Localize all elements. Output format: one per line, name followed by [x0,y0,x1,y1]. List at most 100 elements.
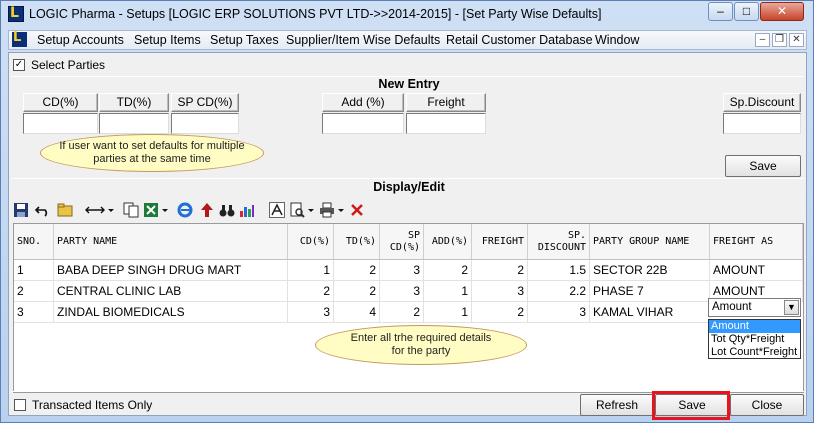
table-cell[interactable]: 2 [472,302,528,323]
table-cell[interactable]: 3 [380,260,424,281]
new-entry-save-button[interactable]: Save [725,155,801,177]
close-window-button[interactable]: ✕ [760,2,804,21]
dropdown-option-lot-count-freight[interactable]: Lot Count*Freight [709,346,800,359]
save-icon[interactable] [13,202,29,218]
chart-icon[interactable] [239,202,255,218]
chevron-down-icon[interactable]: ▼ [784,300,799,315]
undo-icon[interactable] [35,202,51,218]
grid-header-freight[interactable]: FREIGHT [472,224,528,260]
table-cell[interactable]: 2 [334,281,380,302]
grid-toolbar [13,199,433,221]
transacted-items-checkbox[interactable] [14,399,26,411]
copy-icon[interactable] [123,202,139,218]
form-client-area: ✓ Select Parties New Entry CD(%) TD(%) S… [8,52,807,420]
menu-setup-items[interactable]: Setup Items [134,33,201,47]
table-cell[interactable]: 1 [288,260,334,281]
transacted-items-label: Transacted Items Only [32,398,153,412]
dropdown-icon[interactable] [161,202,169,218]
table-cell[interactable]: 1 [424,302,472,323]
grid-header-freight-as[interactable]: FREIGHT AS [710,224,803,260]
binoculars-icon[interactable] [219,202,235,218]
table-cell[interactable]: BABA DEEP SINGH DRUG MART [54,260,288,281]
table-cell[interactable]: 2 [472,260,528,281]
table-cell[interactable]: 3 [288,302,334,323]
sp-cd-input[interactable] [171,113,239,134]
ie-icon[interactable] [177,202,193,218]
delete-icon[interactable] [349,202,365,218]
table-cell[interactable]: 2 [334,260,380,281]
printer-icon[interactable] [319,202,335,218]
add-input[interactable] [322,113,404,134]
grid-header-sno[interactable]: SNO. [14,224,54,260]
grid-header-td[interactable]: TD(%) [334,224,380,260]
close-button[interactable]: Close [730,394,804,416]
table-cell[interactable]: 2 [380,302,424,323]
dropdown-option-amount[interactable]: Amount [709,320,800,333]
table-cell[interactable]: ZINDAL BIOMEDICALS [54,302,288,323]
print-preview-icon[interactable] [289,202,305,218]
table-cell[interactable]: 1 [14,260,54,281]
table-cell[interactable]: 3 [14,302,54,323]
menu-setup-taxes[interactable]: Setup Taxes [210,33,279,47]
mdi-close-button[interactable]: ✕ [789,33,804,47]
menu-retail-customer-database[interactable]: Retail Customer Database [446,33,593,47]
table-cell[interactable]: 1.5 [528,260,590,281]
new-entry-title: New Entry [378,77,440,91]
cd-input[interactable] [23,113,98,134]
table-cell[interactable]: KAMAL VIHAR [590,302,710,323]
menu-supplier-item-wise-defaults[interactable]: Supplier/Item Wise Defaults [286,33,440,47]
dropdown-icon[interactable] [107,202,115,218]
mdi-restore-button[interactable]: ❐ [772,33,787,47]
table-cell[interactable]: 2.2 [528,281,590,302]
grid-header-add[interactable]: ADD(%) [424,224,472,260]
refresh-label: Refresh [595,398,639,412]
grid-header-sp-cd[interactable]: SP CD(%) [380,224,424,260]
table-cell[interactable]: PHASE 7 [590,281,710,302]
font-icon[interactable] [269,202,285,218]
freight-as-dropdown: Amount Tot Qty*Freight Lot Count*Freight [708,319,801,359]
title-bar: LOGIC Pharma - Setups [LOGIC ERP SOLUTIO… [1,1,813,29]
cd-header: CD(%) [23,93,98,112]
multi-party-callout: If user want to set defaults for multipl… [40,134,264,172]
table-cell[interactable]: 3 [528,302,590,323]
table-cell[interactable]: 1 [424,281,472,302]
table-cell[interactable]: 2 [424,260,472,281]
td-input[interactable] [99,113,169,134]
excel-icon[interactable] [143,202,159,218]
grid-header-cd[interactable]: CD(%) [288,224,334,260]
menu-window[interactable]: Window [595,33,639,47]
resize-columns-icon[interactable] [85,202,105,218]
maximize-button[interactable]: □ [734,2,759,21]
menu-setup-accounts[interactable]: Setup Accounts [37,33,124,47]
sp-discount-input[interactable] [723,113,801,134]
new-entry-save-label: Save [749,159,777,173]
table-cell[interactable]: 2 [288,281,334,302]
table-cell[interactable]: SECTOR 22B [590,260,710,281]
table-cell[interactable]: AMOUNT [710,260,803,281]
upload-icon[interactable] [199,202,215,218]
freight-as-select-value: Amount [712,301,752,313]
table-cell[interactable]: 2 [14,281,54,302]
freight-as-select[interactable]: Amount ▼ [708,298,801,317]
dropdown-option-tot-qty-freight[interactable]: Tot Qty*Freight [709,333,800,346]
divider [11,178,804,179]
table-cell[interactable]: 4 [334,302,380,323]
refresh-button[interactable]: Refresh [580,394,654,416]
display-edit-title: Display/Edit [373,180,445,194]
select-parties-checkbox[interactable]: ✓ [13,59,25,71]
table-cell[interactable]: 3 [380,281,424,302]
sp-discount-header: Sp.Discount [723,93,801,112]
mdi-minimize-button[interactable]: – [755,33,770,47]
folder-icon[interactable] [57,202,73,218]
dropdown-icon[interactable] [307,202,315,218]
mdi-child-icon[interactable] [12,30,27,47]
app-window: LOGIC Pharma - Setups [LOGIC ERP SOLUTIO… [0,0,814,423]
grid-header-sp-discount[interactable]: SP. DISCOUNT [528,224,590,260]
grid-header-party-group-name[interactable]: PARTY GROUP NAME [590,224,710,260]
minimize-button[interactable]: – [708,2,733,21]
table-cell[interactable]: 3 [472,281,528,302]
table-cell[interactable]: CENTRAL CLINIC LAB [54,281,288,302]
freight-input[interactable] [406,113,486,134]
grid-header-party-name[interactable]: PARTY NAME [54,224,288,260]
dropdown-icon[interactable] [337,202,345,218]
